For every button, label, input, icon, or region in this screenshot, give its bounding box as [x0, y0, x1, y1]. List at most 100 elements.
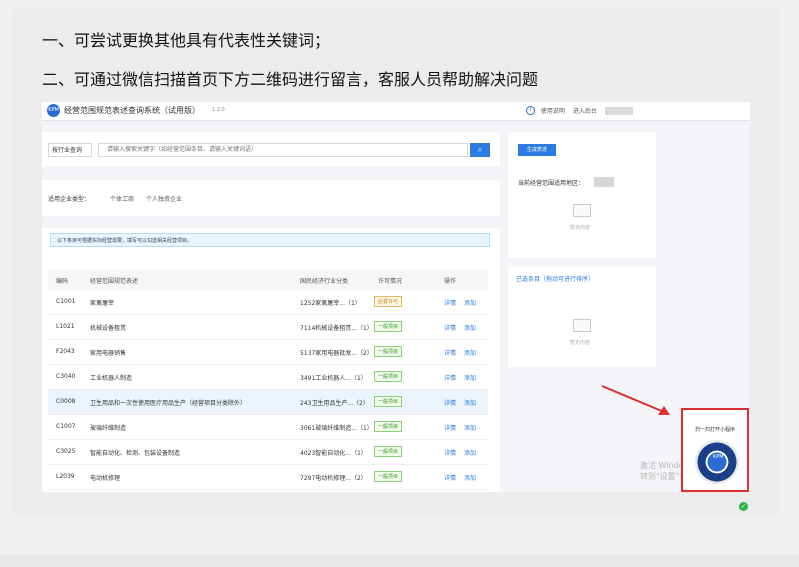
table-row[interactable]: F2043 家用电器销售 5137家用电器批发...（2） 一般项目 详情 添加 — [48, 340, 488, 365]
col-industry: 国民经济行业分类 — [300, 278, 349, 285]
table-row[interactable]: C3025 智能自动化、检测、包装设备制造 4023智能自动化...（1） 一般项目 详… — [48, 440, 488, 465]
row-detail-link[interactable]: 详情 — [444, 298, 456, 307]
search-mode-select[interactable]: 按行业查询 — [48, 143, 92, 157]
instruction-line-2: 二、可通过微信扫描首页下方二维码进行留言，客服人员帮助解决问题 — [42, 70, 539, 89]
table-row[interactable]: C0008 卫生用品和一次性使用医疗用品生产（经营项目分类除外） 243卫生用品生产… — [48, 390, 488, 415]
row-code: C0008 — [56, 398, 76, 405]
table-row[interactable]: C1007 玻璃纤维制造 3061玻璃纤维制造...（1） 一般项目 详情 添加 — [48, 415, 488, 440]
header-links: i 使用说明 进入后台 — [526, 106, 633, 115]
app-title: 经营范围规范表述查询系统（试用版） — [64, 106, 200, 115]
instruction-line-1: 一、可尝试更换其他具有代表性关键词； — [42, 31, 331, 50]
row-code: F2043 — [56, 348, 75, 355]
table-row[interactable]: L2039 电动机修理 7297电动机修理...（2） 一般项目 详情 添加 — [48, 465, 488, 490]
row-code: L1021 — [56, 323, 75, 330]
table-row[interactable]: L1021五金产品零售及批发 — [48, 490, 488, 492]
row-name: 智能自动化、检测、包装设备制造 — [90, 450, 181, 457]
row-industry: 243卫生用品生产...（2） — [300, 400, 369, 407]
row-industry: 1252家禽屠宰...（1） — [300, 300, 361, 307]
red-arrow — [601, 385, 670, 415]
row-add-link[interactable]: 添加 — [464, 398, 476, 407]
search-button[interactable]: ⌕ — [470, 143, 490, 157]
filter-panel: 适用企业类型： 个体工商 个人独资企业 — [42, 180, 500, 216]
admin-link[interactable]: 进入后台 — [573, 108, 597, 115]
table-row[interactable]: L1021 机械设备租赁 7114机械设备租赁...（1） 一般项目 详情 添加 — [48, 315, 488, 340]
row-code: L2039 — [56, 473, 75, 480]
location-label: 当前经营范围适用地区： — [518, 180, 585, 187]
row-detail-link[interactable]: 详情 — [444, 323, 456, 332]
app-version: 1.2.0 — [212, 107, 225, 113]
help-link[interactable]: 使用说明 — [541, 108, 565, 115]
row-name: 机械设备租赁 — [90, 325, 127, 332]
qr-code-highlight: 扫一扫打开小程序 KPM ✓ — [681, 408, 749, 511]
license-badge: 一般项目 — [374, 471, 403, 482]
empty-envelope-icon — [573, 319, 591, 332]
row-industry: 7114机械设备租赁...（1） — [300, 325, 373, 332]
results-panel: 以下条目可根据实际经营需要，填写可以勾选相关经营项目。 编码 经营范围规范表述 … — [42, 228, 500, 492]
row-code: C3025 — [56, 448, 76, 455]
row-code: C3040 — [56, 373, 76, 380]
row-detail-link[interactable]: 详情 — [444, 448, 456, 457]
qr-caption: 扫一扫打开小程序 — [694, 427, 735, 433]
row-add-link[interactable]: 添加 — [464, 423, 476, 432]
row-detail-link[interactable]: 详情 — [444, 473, 456, 482]
table-header: 编码 经营范围规范表述 国民经济行业分类 许可情况 操作 — [48, 270, 488, 290]
table-row[interactable]: C3040 工业机器人制造 3491工业机器人...（1） 一般项目 详情 添加 — [48, 365, 488, 390]
notice-banner: 以下条目可根据实际经营需要，填写可以勾选相关经营项目。 — [50, 233, 490, 247]
row-add-link[interactable]: 添加 — [464, 323, 476, 332]
license-badge: 一般项目 — [374, 321, 403, 332]
row-name: 家用电器销售 — [90, 350, 127, 357]
row-name: 电动机修理 — [90, 475, 121, 482]
row-industry: 3061玻璃纤维制造...（1） — [300, 425, 373, 432]
wechat-check-icon: ✓ — [739, 502, 748, 511]
location-value — [594, 177, 614, 187]
mini-program-qr-code[interactable]: KPM ✓ — [695, 440, 748, 511]
col-code: 编码 — [56, 278, 69, 285]
license-badge: 一般项目 — [374, 421, 403, 432]
row-detail-link[interactable]: 详情 — [444, 373, 456, 382]
license-badge: 一般项目 — [374, 346, 403, 357]
user-avatar[interactable] — [604, 106, 633, 115]
table-row[interactable]: C1001 家禽屠宰 1252家禽屠宰...（1） 后置许可 详情 添加 — [48, 290, 488, 315]
row-name: 工业机器人制造 — [90, 375, 133, 382]
qr-logo: KPM — [713, 454, 724, 460]
row-add-link[interactable]: 添加 — [464, 448, 476, 457]
row-add-link[interactable]: 添加 — [464, 473, 476, 482]
bottom-bar — [0, 555, 799, 567]
search-input[interactable] — [98, 143, 468, 157]
row-name: 卫生用品和一次性使用医疗用品生产（经营项目分类除外） — [90, 400, 247, 407]
search-icon: ⌕ — [477, 145, 483, 154]
selected-empty-text: 暂无内容 — [570, 340, 591, 346]
row-add-link[interactable]: 添加 — [464, 348, 476, 357]
embedded-screenshot: KPM 经营范围规范表述查询系统（试用版） 1.2.0 i 使用说明 进入后台 … — [42, 102, 750, 492]
row-detail-link[interactable]: 详情 — [444, 348, 456, 357]
selected-items-panel: 已选条目（拖动可进行排序） 暂无内容 — [508, 267, 656, 367]
filter-option-individual[interactable]: 个体工商 — [110, 194, 134, 203]
filter-label: 适用企业类型： — [48, 196, 91, 203]
col-license: 许可情况 — [378, 278, 403, 285]
row-detail-link[interactable]: 详情 — [444, 398, 456, 407]
license-badge: 一般项目 — [374, 446, 403, 457]
row-industry: 3491工业机器人...（1） — [300, 375, 367, 382]
row-name: 玻璃纤维制造 — [90, 425, 127, 432]
row-add-link[interactable]: 添加 — [464, 298, 476, 307]
col-actions: 操作 — [444, 278, 457, 285]
generate-button[interactable]: 生成表述 — [518, 144, 556, 156]
filter-option-sole-proprietor[interactable]: 个人独资企业 — [146, 194, 182, 203]
app-logo: KPM — [47, 104, 60, 117]
col-name: 经营范围规范表述 — [90, 278, 139, 285]
row-name: 家禽屠宰 — [90, 300, 115, 307]
generate-panel: 生成表述 当前经营范围适用地区： 暂无内容 — [508, 132, 656, 258]
row-code: C1001 — [56, 298, 76, 305]
table-body: C1001 家禽屠宰 1252家禽屠宰...（1） 后置许可 详情 添加 L1021 机械设备… — [48, 290, 488, 492]
license-badge: 一般项目 — [374, 396, 403, 407]
row-industry: 4023智能自动化...（1） — [300, 450, 367, 457]
info-icon: i — [526, 106, 535, 115]
row-industry: 7297电动机修理...（2） — [300, 475, 367, 482]
selected-items-title: 已选条目（拖动可进行排序） — [516, 276, 595, 283]
row-industry: 5137家用电器批发...（2） — [300, 350, 373, 357]
license-badge: 后置许可 — [374, 296, 403, 307]
row-detail-link[interactable]: 详情 — [444, 423, 456, 432]
app-header: KPM 经营范围规范表述查询系统（试用版） 1.2.0 i 使用说明 进入后台 — [42, 102, 750, 121]
row-add-link[interactable]: 添加 — [464, 373, 476, 382]
search-panel: 按行业查询 ⌕ — [42, 132, 500, 166]
